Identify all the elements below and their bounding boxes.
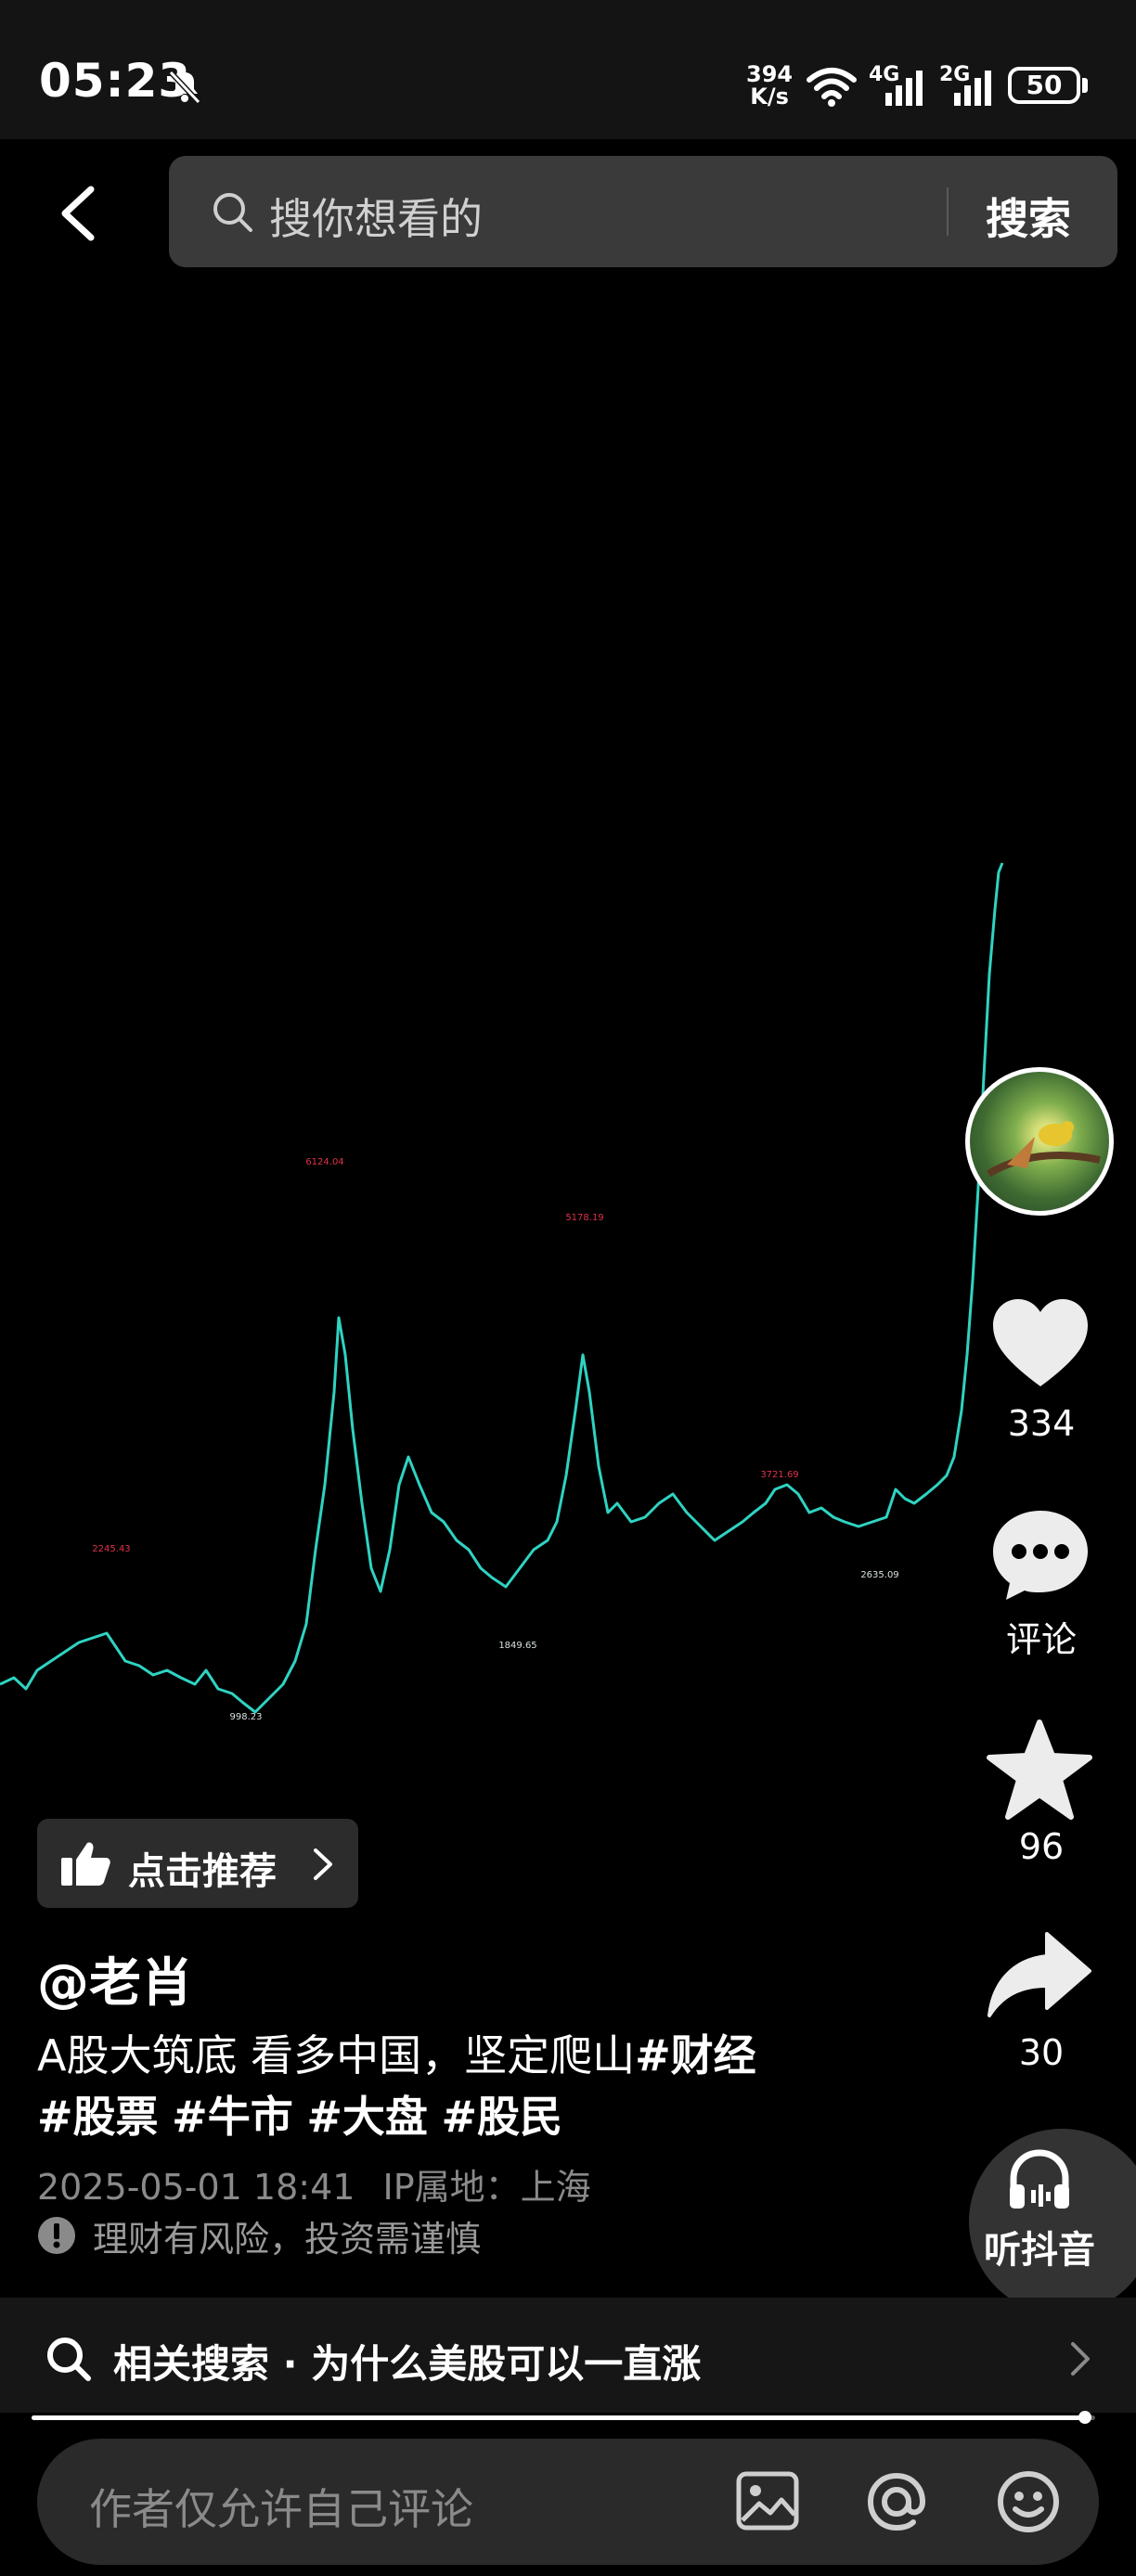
wifi-icon: [807, 68, 857, 107]
hashtag[interactable]: #牛市: [172, 2092, 293, 2142]
video-chart: 6124.04 5178.19 3721.69 2245.43 998.23 1…: [0, 862, 1004, 1722]
author-name[interactable]: @老肖: [37, 1941, 193, 2016]
signal-bars-2-icon: [954, 71, 991, 106]
warning-icon: [38, 2217, 75, 2254]
chart-label-peak-2001: 2245.43: [92, 1544, 130, 1554]
thumbs-up-icon: [61, 1842, 110, 1886]
mention-at-icon[interactable]: [863, 2468, 930, 2535]
chart-label-low-2024: 2635.09: [860, 1570, 898, 1580]
signal-bars-icon: [885, 71, 923, 106]
comment-label: 评论: [1005, 1619, 1077, 1660]
hashtag[interactable]: #财经: [635, 2030, 756, 2080]
search-button[interactable]: 搜索: [986, 186, 1071, 247]
favorite-count: 96: [1018, 1826, 1065, 1867]
search-icon: [213, 193, 252, 232]
chart-label-peak-2007: 6124.04: [305, 1157, 343, 1167]
post-meta: 2025-05-01 18:41 IP属地：上海: [37, 2158, 591, 2209]
video-progress-fill: [32, 2415, 1085, 2420]
search-input[interactable]: 搜你想看的: [269, 186, 483, 247]
like-count: 334: [1007, 1403, 1076, 1444]
chevron-right-icon: [314, 1848, 332, 1880]
hashtag[interactable]: #股票: [37, 2092, 159, 2142]
hashtag[interactable]: #大盘: [306, 2092, 428, 2142]
chart-label-peak-2015: 5178.19: [565, 1213, 603, 1223]
comment-input[interactable]: 作者仅允许自己评论: [89, 2476, 473, 2537]
hashtag[interactable]: #股民: [442, 2092, 563, 2142]
battery-indicator: 50: [1008, 67, 1080, 104]
headphones-icon: [1010, 2149, 1069, 2209]
avatar-bird-image: [986, 1121, 1101, 1178]
favorite-star-icon[interactable]: [986, 1719, 1093, 1821]
author-avatar[interactable]: [965, 1067, 1114, 1216]
battery-cap: [1082, 78, 1088, 93]
share-arrow-icon[interactable]: [986, 1930, 1093, 2019]
listen-label[interactable]: 听抖音: [965, 2220, 1114, 2273]
recommend-label: 点击推荐: [128, 1850, 277, 1893]
network-speed-unit: K/s: [750, 84, 789, 109]
network-speed-value: 394: [746, 61, 794, 87]
risk-notice: 理财有风险，投资需谨慎: [93, 2219, 482, 2260]
video-progress-handle[interactable]: [1078, 2411, 1091, 2424]
related-search-icon: [47, 2338, 91, 2381]
chart-label-low-2005: 998.23: [230, 1712, 263, 1722]
battery-level: 50: [1026, 70, 1063, 100]
comment-bubble-icon[interactable]: [989, 1507, 1091, 1604]
post-caption: A股大筑底 看多中国，坚定爬山#财经 #股票 #牛市 #大盘 #股民: [37, 2025, 872, 2147]
post-date: 2025-05-01 18:41: [37, 2167, 355, 2208]
chart-label-peak-2021: 3721.69: [760, 1470, 798, 1480]
like-heart-icon[interactable]: [989, 1297, 1091, 1390]
image-icon[interactable]: [735, 2470, 800, 2531]
back-chevron-icon[interactable]: [56, 186, 102, 241]
mute-bell-icon: [168, 70, 201, 105]
related-search-text[interactable]: 相关搜索 · 为什么美股可以一直涨: [113, 2333, 701, 2389]
chevron-right-icon: [1071, 2342, 1090, 2376]
emoji-icon[interactable]: [995, 2468, 1062, 2535]
search-divider: [947, 187, 949, 236]
network-speed: 394 K/s: [746, 63, 793, 108]
share-count: 30: [1018, 2032, 1065, 2073]
chart-series-line: [0, 862, 1004, 1714]
ip-location: IP属地：上海: [382, 2167, 591, 2208]
caption-text: A股大筑底 看多中国，坚定爬山: [37, 2030, 636, 2080]
chart-label-low-2013: 1849.65: [498, 1641, 536, 1651]
